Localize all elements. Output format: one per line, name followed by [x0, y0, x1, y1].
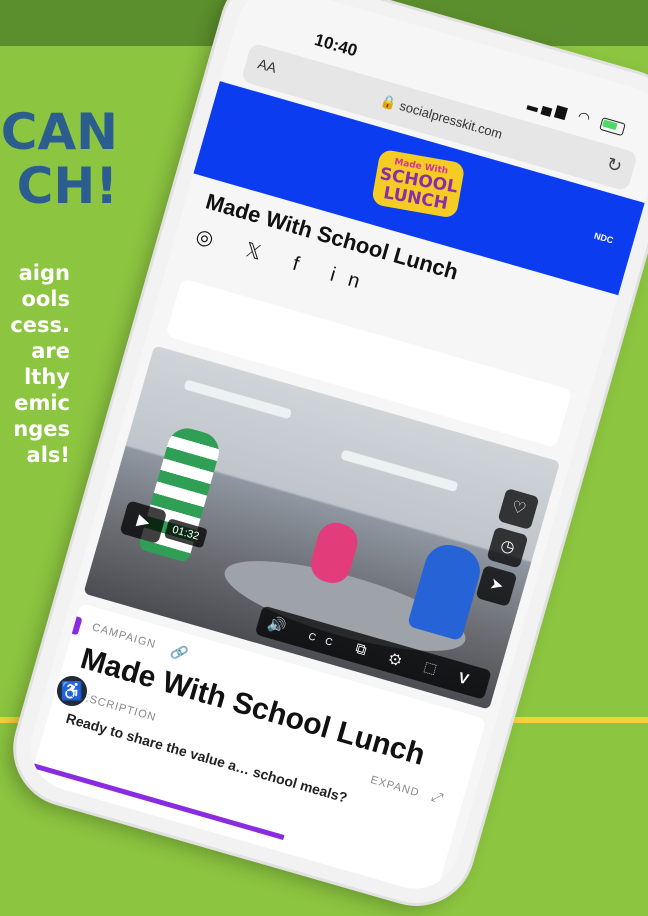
partner-logos: NDC: [592, 230, 615, 246]
captions-icon[interactable]: CC: [307, 631, 343, 651]
signal-icon: ▂▄▆: [526, 93, 573, 121]
text-size-button[interactable]: AA: [256, 55, 278, 76]
blurb-line: aign: [18, 261, 70, 285]
settings-gear-icon[interactable]: ⚙: [387, 650, 413, 672]
reload-icon[interactable]: ↻: [604, 153, 624, 177]
linkedin-icon[interactable]: in: [328, 264, 376, 297]
accessibility-icon[interactable]: ♿: [55, 674, 89, 708]
made-with-school-lunch-logo[interactable]: Made With SCHOOL LUNCH: [371, 148, 466, 219]
blurb-line: ools: [21, 287, 70, 311]
battery-icon: [599, 116, 626, 136]
instagram-icon[interactable]: ◎: [193, 225, 229, 255]
blurb-line: lthy: [24, 365, 70, 389]
status-time: 10:40: [312, 30, 360, 61]
volume-icon[interactable]: 🔊: [266, 615, 298, 639]
video-frame-detail: [183, 379, 293, 420]
expand-button[interactable]: EXPAND: [369, 774, 421, 799]
link-icon[interactable]: 🔗: [169, 642, 190, 663]
hero-blurb: aign ools cess. are lthy emic nges als!: [0, 260, 72, 468]
expand-icon[interactable]: ⤢: [430, 788, 445, 807]
like-icon[interactable]: ♡: [497, 487, 540, 531]
video-frame-detail: [340, 449, 459, 493]
wifi-icon: ◠: [575, 107, 596, 128]
headline-line-2: CH!: [16, 157, 118, 213]
video-frame-detail: [406, 539, 486, 642]
x-icon[interactable]: 𝕏: [242, 239, 277, 268]
transcript-icon[interactable]: ⧉: [354, 640, 379, 662]
headline-line-1: CAN: [0, 105, 118, 161]
lock-icon: 🔒: [378, 92, 399, 112]
url-text: socialpresskit.com: [397, 98, 505, 142]
blurb-line: cess.: [10, 313, 70, 337]
blurb-line: als!: [26, 443, 70, 467]
vimeo-logo-icon[interactable]: V: [456, 669, 480, 691]
share-icon[interactable]: ➤: [475, 564, 518, 607]
blurb-line: nges: [13, 417, 70, 441]
facebook-icon[interactable]: f: [290, 253, 315, 280]
hero-headline: CAN CH!: [0, 105, 130, 213]
blurb-line: are: [31, 339, 70, 363]
airplay-icon[interactable]: ⬚: [422, 660, 447, 682]
campaign-accent: [71, 616, 83, 636]
blurb-line: emic: [14, 391, 70, 415]
watch-later-icon[interactable]: ◷: [486, 526, 529, 569]
